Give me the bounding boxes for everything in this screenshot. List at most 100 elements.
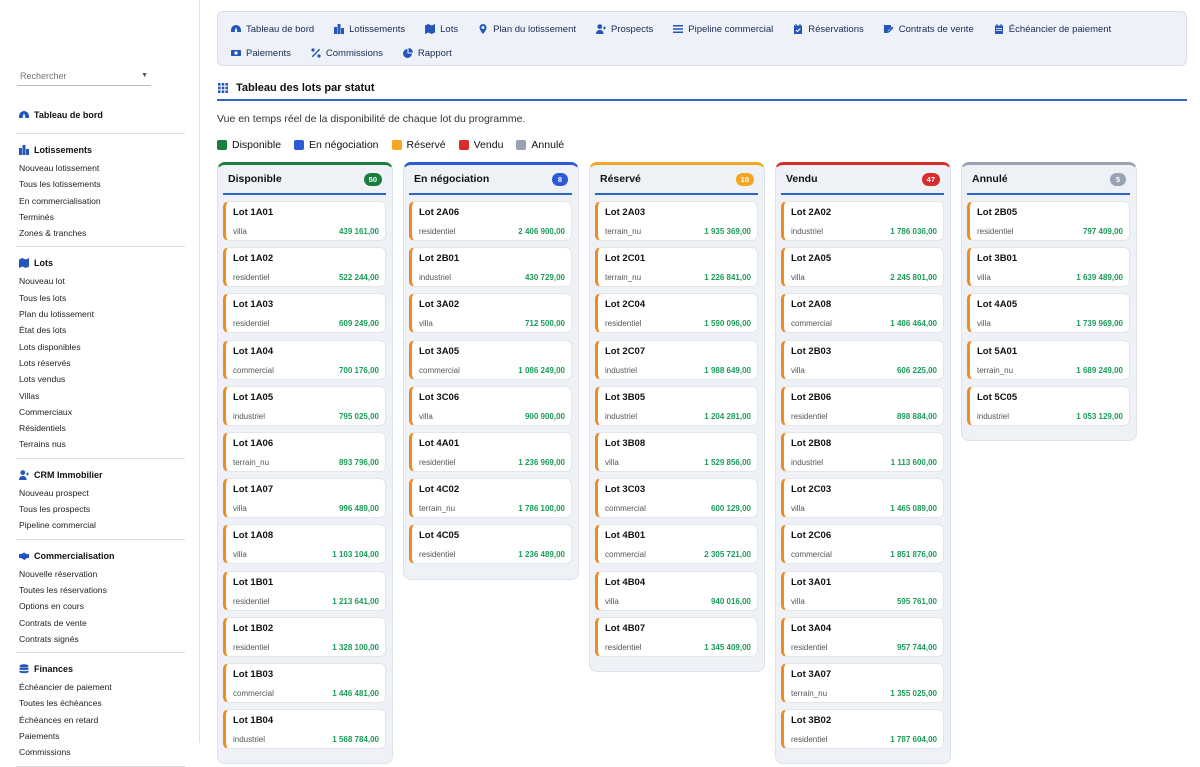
sidebar-item-zones-tranches[interactable]: Zones & tranches [19,225,185,241]
nav-paiements[interactable]: Paiements [231,41,291,65]
lot-card[interactable]: Lot 2B01 industriel 430 729,00 [409,247,572,288]
sidebar-item-contrats-signes[interactable]: Contrats signés [19,631,185,647]
sidebar-header-lots[interactable]: Lots [19,247,185,273]
lot-card[interactable]: Lot 2C03 villa 1 465 089,00 [781,478,944,519]
lot-card[interactable]: Lot 4A01 residentiel 1 236 969,00 [409,431,572,472]
bars-icon [673,25,684,33]
sidebar-item-echeances-en-retard[interactable]: Échéances en retard [19,712,185,728]
sidebar-header-commercialisation[interactable]: Commercialisation [19,540,185,566]
lot-card[interactable]: Lot 1A01 villa 439 161,00 [223,201,386,241]
lot-card[interactable]: Lot 3A07 terrain_nu 1 355 025,00 [781,662,944,703]
lot-card[interactable]: Lot 1A07 villa 996 489,00 [223,478,386,519]
lot-card[interactable]: Lot 1A02 residentiel 522 244,00 [223,247,386,288]
nav-lots[interactable]: Lots [425,17,458,41]
lot-card[interactable]: Lot 3B02 residentiel 1 787 604,00 [781,709,944,750]
lot-card[interactable]: Lot 2B06 residentiel 898 884,00 [781,385,944,426]
chevron-down-icon[interactable]: ▼ [141,72,148,79]
lot-card[interactable]: Lot 2A06 residentiel 2 406 900,00 [409,201,572,241]
nav-tableau-de-bord[interactable]: Tableau de bord [231,17,314,41]
sidebar-header-crm-immobilier[interactable]: CRM Immobilier [19,459,185,485]
sidebar-item-terrains-nus[interactable]: Terrains nus [19,436,185,452]
search-select[interactable]: ▼ [17,66,151,86]
sidebar-item-toutes-les-echeances[interactable]: Toutes les échéances [19,695,185,711]
lot-card[interactable]: Lot 3A04 residentiel 957 744,00 [781,616,944,657]
nav-plan-du-lotissement[interactable]: Plan du lotissement [478,17,576,41]
lot-card[interactable]: Lot 5C05 industriel 1 053 129,00 [967,385,1130,426]
lot-card[interactable]: Lot 2B03 villa 606 225,00 [781,339,944,380]
lot-card[interactable]: Lot 3B08 villa 1 529 856,00 [595,431,758,472]
lot-card[interactable]: Lot 3A02 villa 712 500,00 [409,293,572,334]
lot-card[interactable]: Lot 4B07 residentiel 1 345 409,00 [595,616,758,657]
nav-rapport[interactable]: Rapport [402,41,452,65]
sidebar-header-finances[interactable]: Finances [19,653,185,679]
sidebar-item-lots-reserves[interactable]: Lots réservés [19,355,185,371]
sidebar-item-tous-les-prospects[interactable]: Tous les prospects [19,501,185,517]
sidebar-item-nouvelle-reservation[interactable]: Nouvelle réservation [19,566,185,582]
sidebar-item-paiements[interactable]: Paiements [19,728,185,744]
lot-card[interactable]: Lot 2A02 industriel 1 786 036,00 [781,201,944,241]
lot-card[interactable]: Lot 1A04 commercial 700 176,00 [223,339,386,380]
nav-reservations[interactable]: Réservations [793,17,864,41]
lot-card[interactable]: Lot 2B08 industriel 1 113 600,00 [781,431,944,472]
lot-card[interactable]: Lot 1A03 residentiel 609 249,00 [223,293,386,334]
sidebar-item-termines[interactable]: Terminés [19,209,185,225]
lot-card[interactable]: Lot 3A01 villa 595 761,00 [781,570,944,611]
lot-card[interactable]: Lot 2C01 terrain_nu 1 226 841,00 [595,247,758,288]
lot-card[interactable]: Lot 4A05 villa 1 739 969,00 [967,293,1130,334]
sidebar-item-residentiels[interactable]: Résidentiels [19,420,185,436]
lot-card[interactable]: Lot 2C06 commercial 1 851 876,00 [781,524,944,565]
lot-card[interactable]: Lot 2C04 residentiel 1 590 096,00 [595,293,758,334]
sidebar-item-nouveau-lot[interactable]: Nouveau lot [19,273,185,289]
lot-card[interactable]: Lot 3B01 villa 1 639 489,00 [967,247,1130,288]
lot-card[interactable]: Lot 1A08 villa 1 103 104,00 [223,524,386,565]
lot-card[interactable]: Lot 2A08 commercial 1 486 464,00 [781,293,944,334]
sidebar-header-lotissements[interactable]: Lotissements [19,134,185,160]
lot-card[interactable]: Lot 4B04 villa 940 016,00 [595,570,758,611]
lot-card[interactable]: Lot 1B04 industriel 1 568 784,00 [223,709,386,750]
lot-card[interactable]: Lot 3C06 villa 900 900,00 [409,385,572,426]
lot-card[interactable]: Lot 4B01 commercial 2 305 721,00 [595,524,758,565]
sidebar-item-nouveau-lotissement[interactable]: Nouveau lotissement [19,160,185,176]
sidebar-item-commerciaux[interactable]: Commerciaux [19,404,185,420]
sidebar-item-nouveau-prospect[interactable]: Nouveau prospect [19,485,185,501]
lot-card[interactable]: Lot 1B02 residentiel 1 328 100,00 [223,616,386,657]
lot-card[interactable]: Lot 1A05 industriel 795 025,00 [223,385,386,426]
sidebar-item-options-en-cours[interactable]: Options en cours [19,598,185,614]
sidebar-item-etat-des-lots[interactable]: État des lots [19,322,185,338]
sidebar-item-pipeline-commercial[interactable]: Pipeline commercial [19,517,185,533]
sidebar-header-tableau-de-bord[interactable]: Tableau de bord [19,99,185,125]
nav-echeancier-de-paiement[interactable]: Échéancier de paiement [994,17,1111,41]
sidebar-item-lots-vendus[interactable]: Lots vendus [19,371,185,387]
lot-card[interactable]: Lot 3A05 commercial 1 086 249,00 [409,339,572,380]
lot-card[interactable]: Lot 3B05 industriel 1 204 281,00 [595,385,758,426]
sidebar-item-toutes-les-reservations[interactable]: Toutes les réservations [19,582,185,598]
nav-prospects[interactable]: Prospects [596,17,653,41]
lot-card[interactable]: Lot 2A05 villa 2 245 801,00 [781,247,944,288]
sidebar-item-echeancier-de-paiement[interactable]: Échéancier de paiement [19,679,185,695]
lot-card[interactable]: Lot 3C03 commercial 600 129,00 [595,478,758,519]
lot-card[interactable]: Lot 2C07 industriel 1 988 649,00 [595,339,758,380]
lot-card[interactable]: Lot 1B03 commercial 1 446 481,00 [223,662,386,703]
nav-contrats-de-vente[interactable]: Contrats de vente [883,17,974,41]
nav-lotissements[interactable]: Lotissements [334,17,405,41]
lot-card[interactable]: Lot 4C02 terrain_nu 1 786 100,00 [409,478,572,519]
lot-card[interactable]: Lot 5A01 terrain_nu 1 689 249,00 [967,339,1130,380]
sidebar-item-villas[interactable]: Villas [19,388,185,404]
lot-card[interactable]: Lot 2B05 residentiel 797 409,00 [967,201,1130,241]
sidebar-item-plan-du-lotissement[interactable]: Plan du lotissement [19,306,185,322]
sidebar-item-contrats-de-vente[interactable]: Contrats de vente [19,615,185,631]
lot-card[interactable]: Lot 1B01 residentiel 1 213 641,00 [223,570,386,611]
nav-commissions[interactable]: Commissions [311,41,383,65]
lot-card[interactable]: Lot 4C05 residentiel 1 236 489,00 [409,524,572,565]
lot-card[interactable]: Lot 2A03 terrain_nu 1 935 369,00 [595,201,758,241]
lot-card[interactable]: Lot 1A06 terrain_nu 893 796,00 [223,431,386,472]
sidebar-header-label: Commercialisation [34,550,115,561]
sidebar-item-tous-les-lotissements[interactable]: Tous les lotissements [19,176,185,192]
sidebar-item-en-commercialisation[interactable]: En commercialisation [19,193,185,209]
search-input[interactable] [20,70,130,81]
nav-pipeline-commercial[interactable]: Pipeline commercial [673,17,773,41]
lot-type: industriel [233,411,266,421]
sidebar-item-commissions[interactable]: Commissions [19,744,185,760]
sidebar-item-lots-disponibles[interactable]: Lots disponibles [19,339,185,355]
sidebar-item-tous-les-lots[interactable]: Tous les lots [19,290,185,306]
